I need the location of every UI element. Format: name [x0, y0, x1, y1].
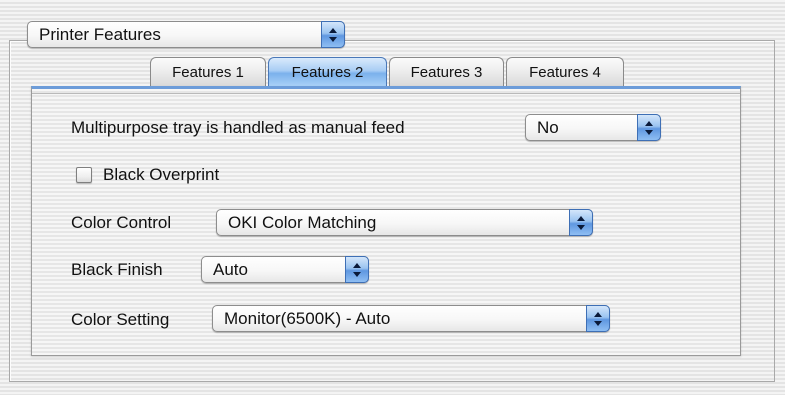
black-overprint-checkbox[interactable] [76, 167, 92, 183]
color-control-label: Color Control [71, 213, 172, 232]
printer-features-popup-value: Printer Features [39, 25, 161, 44]
manual-feed-label: Multipurpose tray is handled as manual f… [71, 118, 405, 137]
color-setting-label: Color Setting [71, 310, 170, 329]
up-down-arrows-icon [586, 305, 610, 332]
panel-top-divider [32, 89, 740, 94]
color-control-popup-value: OKI Color Matching [228, 213, 377, 232]
tab-features-1[interactable]: Features 1 [150, 57, 266, 86]
tab-features-3[interactable]: Features 3 [389, 57, 504, 86]
color-setting-popup[interactable]: Monitor(6500K) - Auto [212, 305, 610, 332]
black-overprint-label: Black Overprint [103, 165, 220, 184]
tab-features-1-label: Features 1 [172, 64, 244, 81]
color-setting-popup-value: Monitor(6500K) - Auto [224, 309, 391, 328]
manual-feed-popup[interactable]: No [525, 114, 661, 141]
up-down-arrows-icon [321, 21, 345, 48]
black-finish-label: Black Finish [71, 260, 163, 279]
printer-features-popup[interactable]: Printer Features [27, 21, 345, 48]
up-down-arrows-icon [637, 114, 661, 141]
tab-features-4[interactable]: Features 4 [506, 57, 624, 86]
manual-feed-popup-value: No [537, 118, 559, 137]
black-finish-popup-value: Auto [213, 260, 248, 279]
up-down-arrows-icon [569, 209, 593, 236]
tab-features-3-label: Features 3 [410, 64, 483, 81]
up-down-arrows-icon [345, 256, 369, 283]
tab-features-4-label: Features 4 [529, 64, 601, 81]
tab-features-2[interactable]: Features 2 [268, 57, 387, 86]
tab-features-2-label: Features 2 [291, 64, 364, 81]
black-finish-popup[interactable]: Auto [201, 256, 369, 283]
color-control-popup[interactable]: OKI Color Matching [216, 209, 593, 236]
